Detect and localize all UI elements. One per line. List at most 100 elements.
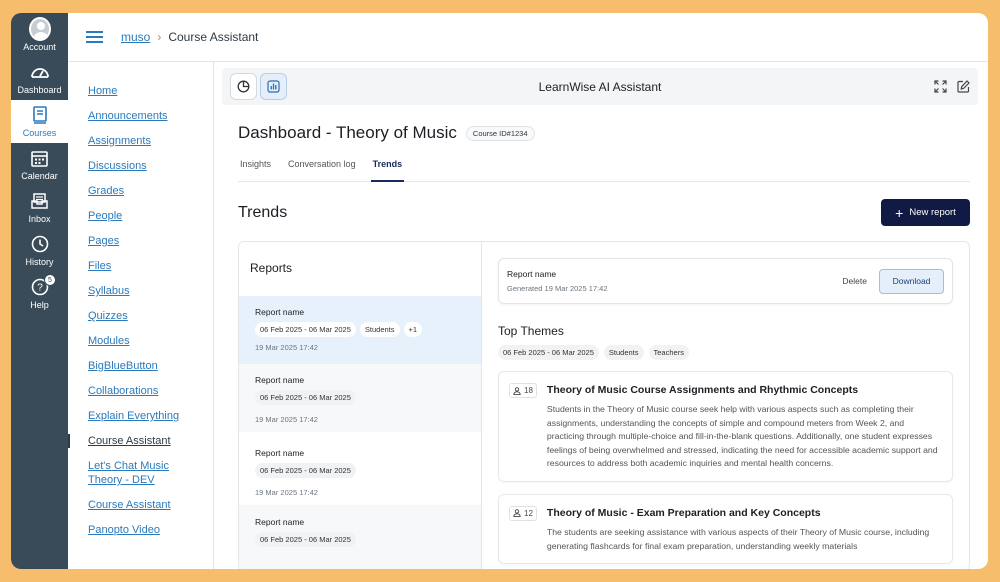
dashboard-title: Dashboard - Theory of Music <box>238 123 457 142</box>
hamburger-menu-icon[interactable] <box>86 31 103 43</box>
calendar-icon <box>29 148 51 168</box>
date-range-tag: 06 Feb 2025 - 06 Mar 2025 <box>255 463 356 478</box>
tab-conversation-log[interactable]: Conversation log <box>286 159 358 181</box>
theme-user-count: 12 <box>509 505 537 521</box>
report-list-item[interactable]: Report name 06 Feb 2025 - 06 Mar 2025 St… <box>239 296 481 364</box>
main-area: Home Announcements Assignments Discussio… <box>68 62 988 569</box>
report-name: Report name <box>255 375 305 385</box>
course-nav-pages[interactable]: Pages <box>68 234 213 248</box>
history-view-button[interactable] <box>230 73 257 100</box>
theme-title: Theory of Music - Exam Preparation and K… <box>546 506 821 519</box>
inbox-icon <box>29 191 51 211</box>
course-nav-discussions[interactable]: Discussions <box>68 159 213 173</box>
report-header-box: Report name Generated 19 Mar 2025 17:42 … <box>498 258 953 304</box>
more-tags-badge: +1 <box>403 322 423 337</box>
date-range-tag: 06 Feb 2025 - 06 Mar 2025 <box>255 532 356 547</box>
top-themes-heading: Top Themes <box>498 324 564 338</box>
report-list-item[interactable]: Report name 06 Feb 2025 - 06 Mar 2025 19… <box>239 364 481 432</box>
theme-title: Theory of Music Course Assignments and R… <box>546 384 859 396</box>
global-nav-label: Calendar <box>21 171 58 181</box>
global-navigation: Account Dashboard Courses Calendar Inbox <box>11 13 68 569</box>
theme-card: 12 Theory of Music - Exam Preparation an… <box>498 493 953 565</box>
global-nav-account[interactable]: Account <box>11 13 68 57</box>
global-nav-label: History <box>25 257 54 267</box>
reports-heading: Reports <box>250 261 293 275</box>
global-nav-label: Dashboard <box>17 85 62 95</box>
app-frame: Account Dashboard Courses Calendar Inbox <box>11 13 988 569</box>
course-nav-people[interactable]: People <box>68 209 213 223</box>
account-avatar-icon <box>28 16 51 41</box>
date-range-tag: 06 Feb 2025 - 06 Mar 2025 <box>255 390 356 405</box>
global-nav-history[interactable]: History <box>11 229 68 272</box>
dashboard-gauge-icon <box>29 62 51 82</box>
course-nav-quizzes[interactable]: Quizzes <box>68 309 213 323</box>
assistant-panel: LearnWise AI Assistant Dashboard - Theor… <box>214 62 988 569</box>
assistant-title: LearnWise AI Assistant <box>538 79 662 94</box>
global-nav-courses[interactable]: Courses <box>11 100 68 143</box>
report-name: Report name <box>255 307 305 317</box>
course-nav-collaborations[interactable]: Collaborations <box>68 384 213 398</box>
course-nav-modules[interactable]: Modules <box>68 334 213 348</box>
history-clock-icon <box>29 234 51 254</box>
trends-card: Reports Report name 06 Feb 2025 - 06 Mar… <box>238 241 970 569</box>
new-report-button[interactable]: + New report <box>881 199 970 226</box>
course-nav-files[interactable]: Files <box>68 259 213 273</box>
course-nav-home[interactable]: Home <box>68 84 213 98</box>
global-nav-label: Courses <box>22 128 57 138</box>
filter-teachers-tag: Teachers <box>648 345 689 360</box>
delete-button[interactable]: Delete <box>842 276 867 286</box>
dashboard-tabs: Insights Conversation log Trends <box>238 159 970 182</box>
report-detail: Report name Generated 19 Mar 2025 17:42 … <box>482 242 969 569</box>
report-detail-name: Report name <box>507 269 557 279</box>
assistant-header: LearnWise AI Assistant <box>222 68 978 105</box>
course-nav-panopto-video[interactable]: Panopto Video <box>68 523 213 537</box>
breadcrumb-course-link[interactable]: muso <box>121 30 150 44</box>
course-nav-course-assistant-active[interactable]: Course Assistant <box>68 434 213 448</box>
course-nav-bigbluebutton[interactable]: BigBlueButton <box>68 359 213 373</box>
section-title: Trends <box>238 203 288 221</box>
global-nav-dashboard[interactable]: Dashboard <box>11 57 68 100</box>
global-nav-calendar[interactable]: Calendar <box>11 143 68 186</box>
report-list-item[interactable]: Report name 06 Feb 2025 - 06 Mar 2025 <box>239 505 481 569</box>
global-nav-label: Help <box>30 300 49 310</box>
report-date: 19 Mar 2025 17:42 <box>255 343 318 352</box>
dashboard-body: Dashboard - Theory of Music Course ID#12… <box>222 123 978 569</box>
report-date: 19 Mar 2025 17:42 <box>255 488 318 497</box>
expand-icon[interactable] <box>934 80 947 93</box>
global-nav-label: Account <box>23 41 56 52</box>
course-nav-explain-everything[interactable]: Explain Everything <box>68 409 213 423</box>
filter-students-tag: Students <box>603 345 644 360</box>
bar-chart-icon <box>267 80 280 93</box>
breadcrumb-chevron-icon: › <box>157 30 162 44</box>
user-icon <box>513 386 521 395</box>
course-nav-lets-chat-music-theory[interactable]: Let's Chat Music Theory - DEV <box>68 459 173 487</box>
theme-card: 18 Theory of Music Course Assignments an… <box>498 371 953 482</box>
report-name: Report name <box>255 448 305 458</box>
filter-date-range-tag: 06 Feb 2025 - 06 Mar 2025 <box>498 345 599 360</box>
audience-tag: Students <box>359 322 400 337</box>
date-range-tag: 06 Feb 2025 - 06 Mar 2025 <box>255 322 356 337</box>
courses-book-icon <box>29 105 51 125</box>
course-nav-grades[interactable]: Grades <box>68 184 213 198</box>
course-nav-assignments[interactable]: Assignments <box>68 134 213 148</box>
tab-insights[interactable]: Insights <box>238 159 273 181</box>
download-button[interactable]: Download <box>879 268 944 294</box>
course-nav-course-assistant[interactable]: Course Assistant <box>68 498 213 512</box>
edit-compose-icon[interactable] <box>957 80 970 93</box>
content-area: muso › Course Assistant Home Announcemen… <box>68 13 988 569</box>
help-notification-badge: 5 <box>44 274 56 286</box>
tab-trends[interactable]: Trends <box>370 159 405 182</box>
theme-user-count: 18 <box>509 383 537 398</box>
svg-text:?: ? <box>37 283 43 294</box>
global-nav-label: Inbox <box>28 214 51 224</box>
global-nav-help[interactable]: ? 5 Help <box>11 272 68 315</box>
report-list-item[interactable]: Report name 06 Feb 2025 - 06 Mar 2025 19… <box>239 432 481 505</box>
global-nav-inbox[interactable]: Inbox <box>11 186 68 229</box>
user-icon <box>513 509 521 518</box>
dashboard-view-button[interactable] <box>260 73 287 100</box>
course-id-badge: Course ID#1234 <box>465 125 535 141</box>
course-nav-syllabus[interactable]: Syllabus <box>68 284 213 298</box>
course-nav-announcements[interactable]: Announcements <box>68 109 213 123</box>
top-bar: muso › Course Assistant <box>68 13 988 62</box>
theme-description: Students in the Theory of Music course s… <box>546 404 938 469</box>
